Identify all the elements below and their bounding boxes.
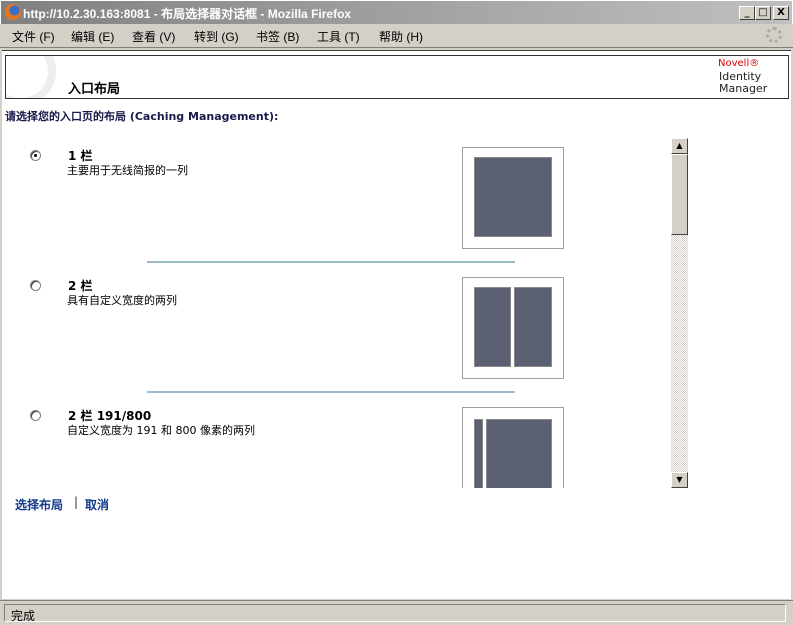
layout-preview-1col[interactable]	[462, 147, 564, 249]
scroll-down-button[interactable]: ▼	[671, 472, 688, 488]
gear-icon	[6, 56, 56, 98]
menu-bar: 文件 (F) 编辑 (E) 查看 (V) 转到 (G) 书签 (B) 工具 (T…	[0, 24, 793, 48]
menu-bookmarks[interactable]: 书签 (B)	[256, 28, 299, 45]
product-name: Identity Manager	[719, 71, 767, 95]
maximize-button[interactable]: □	[755, 6, 771, 20]
separator	[147, 391, 515, 393]
layout-preview-2col[interactable]	[462, 277, 564, 379]
preview-column	[514, 287, 552, 367]
firefox-icon	[5, 4, 21, 20]
select-layout-link[interactable]: 选择布局	[15, 496, 63, 513]
title-bar: http://10.2.30.163:8081 - 布局选择器对话框 - Moz…	[0, 0, 793, 24]
radio-layout-1col[interactable]	[30, 150, 41, 161]
menu-tools[interactable]: 工具 (T)	[317, 28, 360, 45]
vertical-scrollbar[interactable]: ▲ ▼	[671, 138, 688, 488]
layout-prompt: 请选择您的入口页的布局 (Caching Management):	[5, 110, 279, 123]
page-header: 入口布局 Novell® Identity Manager	[5, 55, 789, 99]
window-title: http://10.2.30.163:8081 - 布局选择器对话框 - Moz…	[23, 7, 352, 21]
preview-column	[486, 419, 552, 488]
scroll-up-button[interactable]: ▲	[671, 138, 688, 154]
status-bar: 完成	[0, 600, 793, 625]
preview-column	[474, 287, 511, 367]
menu-view[interactable]: 查看 (V)	[132, 28, 175, 45]
menu-file[interactable]: 文件 (F)	[12, 28, 55, 45]
scroll-thumb[interactable]	[671, 154, 688, 235]
minimize-button[interactable]: _	[739, 6, 755, 20]
separator	[147, 261, 515, 263]
menu-help[interactable]: 帮助 (H)	[379, 28, 423, 45]
preview-column	[474, 419, 483, 488]
cancel-link[interactable]: 取消	[85, 496, 109, 513]
link-separator: |	[74, 495, 79, 509]
option-description: 主要用于无线简报的一列	[67, 164, 188, 177]
option-description: 具有自定义宽度的两列	[67, 294, 177, 307]
layout-list: 1 栏 主要用于无线简报的一列 2 栏 具有自定义宽度的两列 2 栏 191/8…	[0, 138, 671, 488]
layout-preview-2col-191-800[interactable]	[462, 407, 564, 488]
preview-column	[474, 157, 552, 237]
menu-go[interactable]: 转到 (G)	[194, 28, 239, 45]
radio-layout-2col-191-800[interactable]	[30, 410, 41, 421]
menu-edit[interactable]: 编辑 (E)	[71, 28, 114, 45]
radio-layout-2col[interactable]	[30, 280, 41, 291]
product-name-line2: Manager	[719, 82, 768, 95]
close-button[interactable]: X	[773, 6, 789, 20]
option-description: 自定义宽度为 191 和 800 像素的两列	[67, 424, 255, 437]
status-text: 完成	[4, 604, 786, 623]
novell-logo: Novell®	[718, 58, 760, 69]
page-title: 入口布局	[68, 82, 121, 97]
throbber-icon	[766, 27, 782, 43]
